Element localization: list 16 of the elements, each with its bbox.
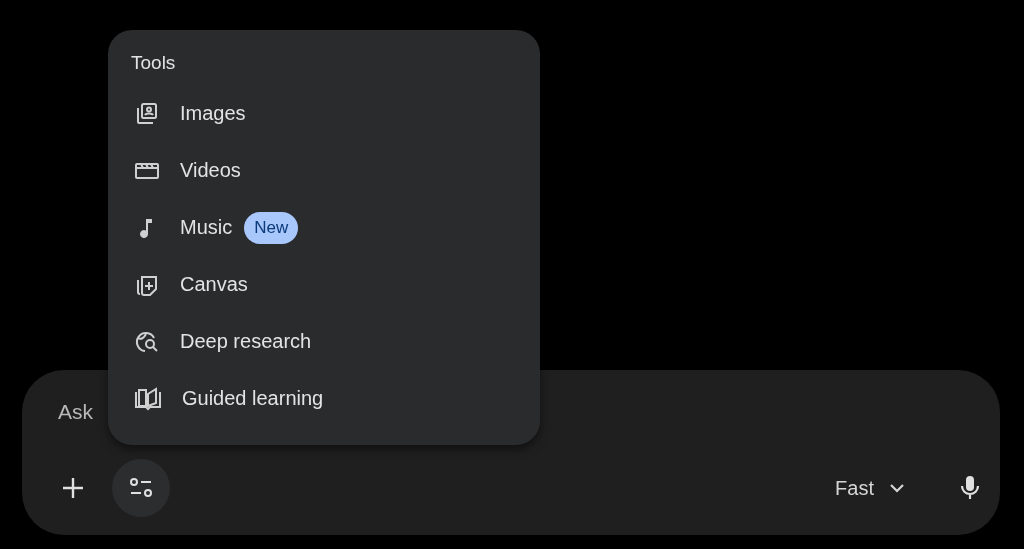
sliders-icon	[128, 476, 154, 500]
menu-item[interactable]: Canvas	[108, 256, 540, 313]
model-selector[interactable]: Fast	[825, 468, 914, 508]
open-book-icon	[134, 385, 162, 412]
menu-item[interactable]: Deep research	[108, 313, 540, 370]
menu-item[interactable]: Guided learning	[108, 370, 540, 427]
new-badge: New	[244, 211, 299, 244]
images-icon	[134, 100, 160, 127]
menu-title: Tools	[131, 52, 176, 74]
prompt-placeholder: Ask	[58, 400, 93, 424]
chevron-down-icon	[890, 483, 904, 493]
menu-item[interactable]: Videos	[108, 142, 540, 199]
menu-item[interactable]: Images	[108, 85, 540, 142]
microphone-icon[interactable]	[960, 475, 980, 501]
plus-icon	[62, 477, 84, 499]
menu-item[interactable]: Music New	[108, 199, 540, 256]
